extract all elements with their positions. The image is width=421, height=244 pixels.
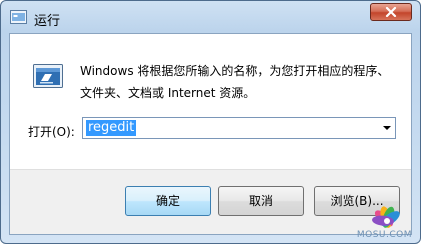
title-bar[interactable]: 运行 <box>1 1 420 33</box>
open-label: 打开(O): <box>28 125 75 139</box>
cancel-button[interactable]: 取消 <box>218 186 304 216</box>
run-program-icon <box>33 64 63 88</box>
run-dialog-window: 运行 Windows 将根据您所输入的名称，为您打开相应的程序、文件夹、文档或 … <box>0 0 421 244</box>
dialog-client-area: Windows 将根据您所输入的名称，为您打开相应的程序、文件夹、文档或 Int… <box>9 33 412 235</box>
dialog-description: Windows 将根据您所输入的名称，为您打开相应的程序、文件夹、文档或 Int… <box>80 64 390 100</box>
ok-button[interactable]: 确定 <box>125 186 211 216</box>
close-icon <box>385 7 397 17</box>
watermark-text: MOSU.COM <box>356 230 412 240</box>
open-combobox[interactable]: regedit <box>82 117 396 139</box>
window-title: 运行 <box>34 14 61 29</box>
dropdown-arrow-icon[interactable] <box>383 126 391 130</box>
run-app-icon <box>10 10 27 24</box>
close-button[interactable] <box>370 3 412 21</box>
open-input-value[interactable]: regedit <box>86 120 137 136</box>
